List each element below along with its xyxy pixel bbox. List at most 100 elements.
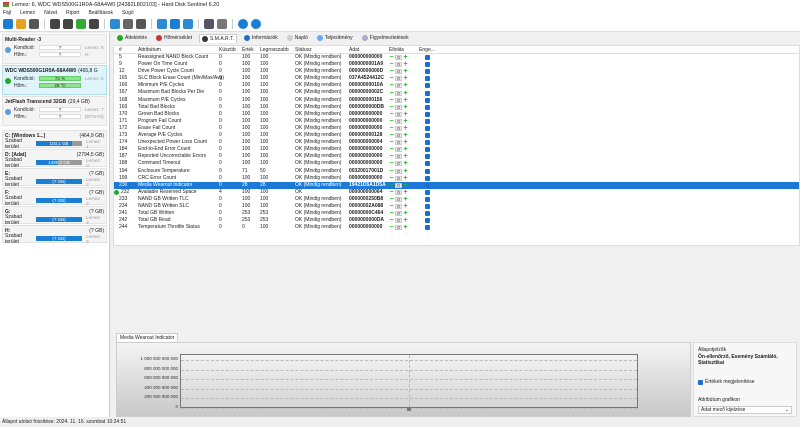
volume-item[interactable]: E: (? GB) Szabad terület (? GB) Lemez: 2 (2, 168, 107, 188)
table-row[interactable]: 167 Maximum Bad Blocks Per Die 0 100 100 OK (… (114, 89, 799, 97)
minus-icon[interactable]: − (389, 97, 394, 104)
offset-value[interactable]: 0 (395, 104, 402, 110)
menu-item[interactable]: Súgó (122, 10, 134, 16)
enable-checkbox[interactable] (424, 62, 430, 68)
offset-value[interactable]: 0 (395, 218, 402, 224)
plus-icon[interactable]: + (403, 146, 408, 153)
table-row[interactable]: 9 Power On Time Count 0 100 100 OK (Mindig re… (114, 61, 799, 68)
minus-icon[interactable]: − (389, 224, 394, 231)
device-item[interactable]: Multi-Reader -3 Kondíció:? Lemez: 5 Hőm.:? H… (2, 34, 107, 64)
send-report-icon[interactable] (183, 19, 193, 29)
enable-checkbox[interactable] (424, 133, 430, 139)
offset-value[interactable]: 0 (395, 161, 402, 167)
offset-value[interactable]: 0 (395, 118, 402, 124)
enable-checkbox[interactable] (424, 90, 430, 96)
plus-icon[interactable]: + (403, 175, 408, 182)
minus-icon[interactable]: − (389, 61, 394, 68)
enable-checkbox[interactable] (424, 125, 430, 131)
column-header[interactable]: Legrosszabb (260, 46, 295, 53)
volume-item[interactable]: D: [Adat] (2794,5 GB) Szabad terület 1480,0… (2, 149, 107, 169)
offset-value[interactable]: 0 (395, 125, 402, 131)
refresh-all-icon[interactable] (16, 19, 26, 29)
minus-icon[interactable]: − (389, 203, 394, 210)
plus-icon[interactable]: + (403, 139, 408, 146)
minus-icon[interactable]: − (389, 217, 394, 224)
tab-teljestmny[interactable]: Teljesítmény (315, 34, 355, 43)
plus-icon[interactable]: + (403, 90, 408, 97)
minus-icon[interactable]: − (389, 160, 394, 167)
disk-icon[interactable] (29, 19, 39, 29)
plus-icon[interactable]: + (403, 168, 408, 175)
offset-value[interactable]: 0 (395, 55, 402, 61)
menu-item[interactable]: Lemez (20, 10, 35, 16)
enable-checkbox[interactable] (424, 83, 430, 89)
enable-checkbox[interactable] (424, 69, 430, 75)
enable-checkbox[interactable] (424, 161, 430, 167)
table-row[interactable]: 168 Maximum P/E Cycles 0 100 100 OK (Mindig r… (114, 97, 799, 104)
device-item[interactable]: WDC WDS500G1R0A-68A4W0 (465,8 G Kondíció: 7… (2, 65, 107, 95)
offset-value[interactable]: 0 (395, 175, 402, 181)
tab-napl[interactable]: Napló (285, 34, 310, 43)
refresh-icon[interactable] (3, 19, 13, 29)
table-row[interactable]: 244 Temperature Throttle Status 0 0 100 OK (M… (114, 224, 799, 231)
offset-value[interactable]: 0 (395, 97, 402, 103)
table-row[interactable]: 174 Unexpected Power Loss Count 0 100 100 OK … (114, 139, 799, 146)
column-header[interactable]: Eltolás (389, 46, 417, 53)
table-row[interactable]: 234 NAND GB Written SLC 0 100 100 OK (Mindig … (114, 203, 799, 210)
minus-icon[interactable]: − (389, 104, 394, 111)
table-row[interactable]: 242 Total GB Read 0 253 253 OK (Mindig rendbe… (114, 217, 799, 224)
plus-icon[interactable]: + (403, 153, 408, 160)
offset-value[interactable]: 0 (395, 62, 402, 68)
table-row[interactable]: 241 Total GB Written 0 253 253 OK (Mindig ren… (114, 210, 799, 217)
table-row[interactable]: 173 Average P/E Cycles 0 100 100 OK (Mindig r… (114, 132, 799, 139)
column-header[interactable]: Enge... (417, 46, 437, 53)
options-icon[interactable] (217, 19, 227, 29)
column-header[interactable]: # (114, 46, 138, 53)
mail-icon[interactable] (170, 19, 180, 29)
volume-item[interactable]: F: (? GB) Szabad terület (? GB) Lemez: 3 (2, 187, 107, 207)
clipboard-icon[interactable] (157, 19, 167, 29)
offset-value[interactable]: 0 (395, 211, 402, 217)
offset-value[interactable]: 0 (395, 168, 402, 174)
table-row[interactable]: 199 CRC Error Count 0 100 100 OK (Mindig rend… (114, 175, 799, 182)
plus-icon[interactable]: + (403, 132, 408, 139)
show-values-checkbox[interactable]: Értékek megjelenítése (698, 379, 792, 385)
enable-checkbox[interactable] (424, 76, 430, 82)
plus-icon[interactable]: + (403, 97, 408, 104)
minus-icon[interactable]: − (389, 168, 394, 175)
enable-checkbox[interactable] (424, 182, 430, 188)
minus-icon[interactable]: − (389, 182, 394, 189)
table-row[interactable]: 230 Media Wearout Indicator 0 28 28 OK (Mindi… (114, 181, 799, 189)
table-row[interactable]: 166 Minimum P/E Cycles 0 100 100 OK (Mindig r… (114, 82, 799, 89)
volume-item[interactable]: G: (? GB) Szabad terület (? GB) Lemez: 4 (2, 206, 107, 226)
table-row[interactable]: 5 Reassigned NAND Block Count 0 100 100 OK (M… (114, 54, 799, 61)
minus-icon[interactable]: − (389, 189, 394, 196)
enable-checkbox[interactable] (424, 211, 430, 217)
enable-checkbox[interactable] (424, 55, 430, 61)
tab-figyelmeztetsek[interactable]: Figyelmeztetések (360, 34, 411, 43)
info-icon[interactable] (251, 19, 261, 29)
minus-icon[interactable]: − (389, 90, 394, 97)
plus-icon[interactable]: + (403, 182, 408, 189)
plus-icon[interactable]: + (403, 54, 408, 61)
report-icon[interactable] (123, 19, 133, 29)
offset-value[interactable]: 0 (395, 90, 402, 96)
offset-value[interactable]: 0 (395, 189, 402, 195)
plus-icon[interactable]: + (403, 203, 408, 210)
offset-value[interactable]: 0 (395, 204, 402, 210)
menu-item[interactable]: Fájl (3, 10, 11, 16)
offset-value[interactable]: 0 (395, 76, 402, 82)
settings-icon[interactable] (204, 19, 214, 29)
minus-icon[interactable]: − (389, 153, 394, 160)
disk-test-icon[interactable] (50, 19, 60, 29)
table-row[interactable]: 187 Reported Uncorrectable Errors 0 100 100 O… (114, 153, 799, 160)
enable-checkbox[interactable] (424, 147, 430, 153)
table-row[interactable]: 184 End-to-End Error Count 0 100 100 OK (Mind… (114, 146, 799, 153)
offset-value[interactable]: 0 (395, 147, 402, 153)
disk-read-icon[interactable] (63, 19, 73, 29)
offset-value[interactable]: 0 (395, 83, 402, 89)
tab-media-wearout[interactable]: Media Wearout Indicator (116, 333, 179, 342)
plus-icon[interactable]: + (403, 104, 408, 111)
table-row[interactable]: 169 Total Bad Blocks 0 100 100 OK (Mindig ren… (114, 104, 799, 111)
enable-checkbox[interactable] (424, 154, 430, 160)
